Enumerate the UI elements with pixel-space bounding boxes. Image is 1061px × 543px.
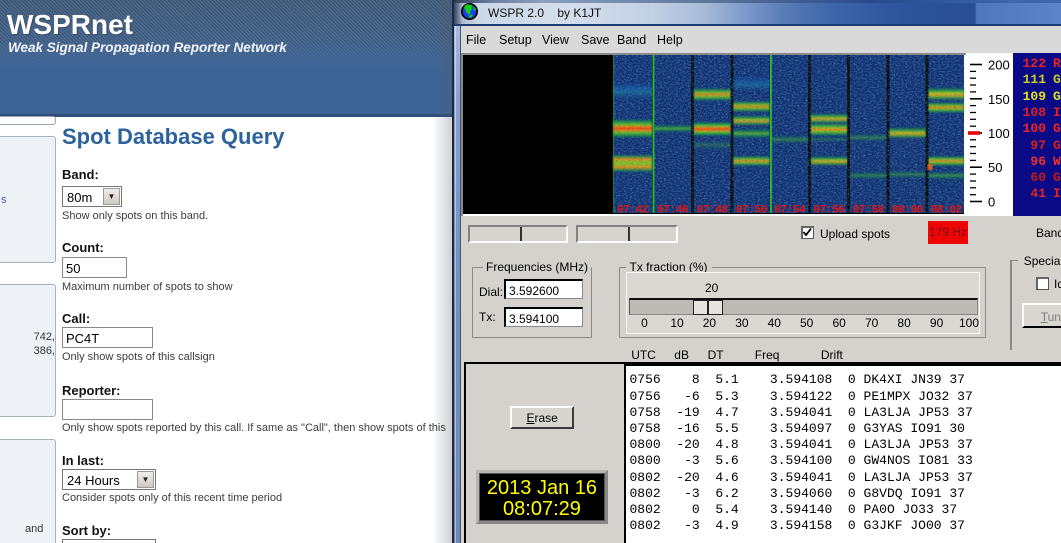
svg-text:07:54: 07:54	[774, 205, 806, 217]
svg-text:07:56: 07:56	[813, 205, 844, 217]
svg-text:150: 150	[988, 92, 1010, 107]
svg-text:07:46: 07:46	[657, 205, 688, 217]
svg-text:07:58: 07:58	[853, 205, 885, 217]
svg-text:50: 50	[988, 160, 1002, 175]
svg-text:0: 0	[988, 195, 995, 210]
svg-text:08:00: 08:00	[892, 205, 923, 217]
svg-text:100: 100	[988, 126, 1010, 141]
svg-text:07:48: 07:48	[697, 205, 729, 217]
svg-text:07:50: 07:50	[736, 205, 767, 217]
svg-text:08:02: 08:02	[931, 205, 962, 217]
svg-text:200: 200	[988, 58, 1010, 73]
svg-text:07:42: 07:42	[617, 205, 648, 217]
